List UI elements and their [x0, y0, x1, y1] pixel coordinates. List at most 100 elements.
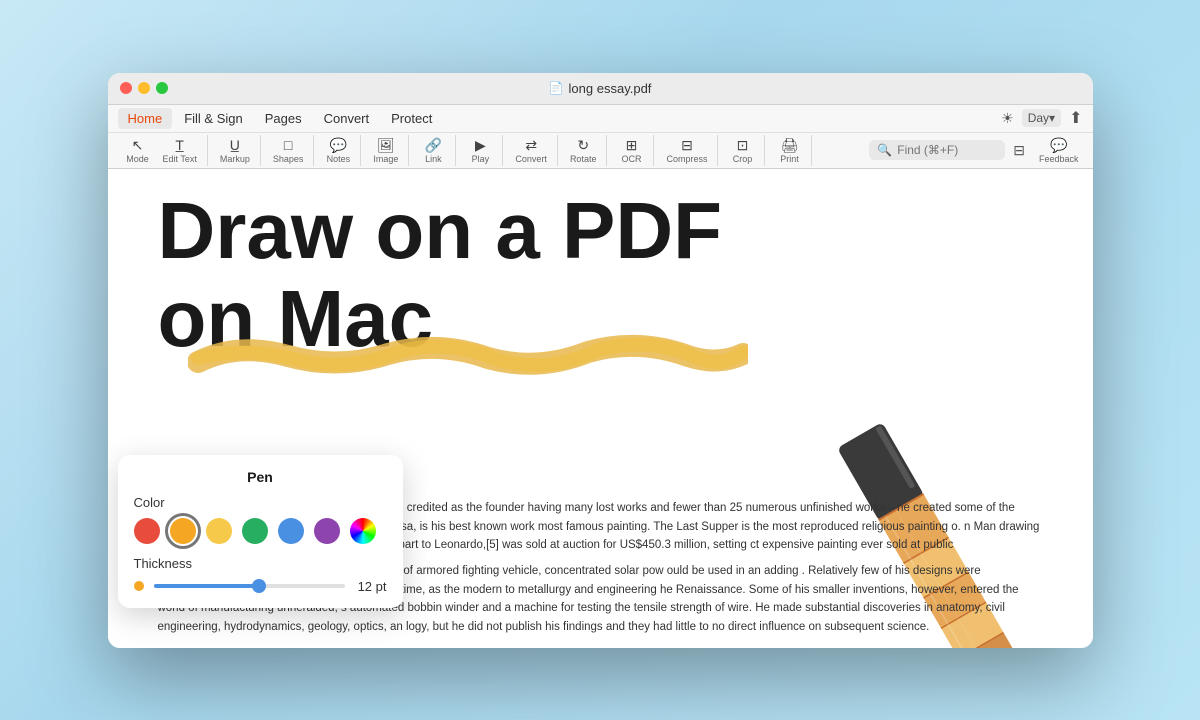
- notes-icon: 💬: [330, 137, 347, 154]
- pdf-page: Draw on a PDF on Mac: [108, 169, 1093, 647]
- mode-label: Mode: [126, 154, 149, 164]
- markup-tool[interactable]: U̲ Markup: [214, 135, 256, 167]
- menu-convert[interactable]: Convert: [314, 108, 380, 129]
- minimize-button[interactable]: [138, 82, 150, 94]
- color-green[interactable]: [242, 518, 268, 544]
- upload-icon[interactable]: ⬆: [1069, 108, 1082, 128]
- crop-group: ⊡ Crop: [720, 135, 765, 167]
- thickness-row: 12 pt: [134, 579, 387, 594]
- traffic-lights: [120, 82, 168, 94]
- mode-tool[interactable]: ↖ Mode: [120, 135, 156, 167]
- compress-icon: ⊟: [681, 137, 693, 154]
- feedback-icon: 💬: [1050, 137, 1067, 154]
- ocr-tool[interactable]: ⊞ OCR: [613, 135, 649, 167]
- cursor-icon: ↖: [132, 137, 144, 154]
- highlight-stroke: [188, 334, 748, 376]
- menu-pages[interactable]: Pages: [255, 108, 312, 129]
- day-button[interactable]: Day▾: [1022, 109, 1061, 127]
- color-red[interactable]: [134, 518, 160, 544]
- color-dots: [134, 518, 387, 544]
- shapes-icon: □: [284, 137, 292, 154]
- slider-fill: [154, 584, 259, 588]
- compress-group: ⊟ Compress: [656, 135, 718, 167]
- print-tool[interactable]: 🖨 Print: [771, 135, 807, 167]
- file-icon: 📄: [549, 81, 564, 95]
- search-input[interactable]: [897, 143, 997, 157]
- notes-label: Notes: [327, 154, 351, 164]
- edit-text-tool[interactable]: T̲ Edit Text: [157, 135, 203, 167]
- image-tool[interactable]: 🖼 Image: [367, 135, 404, 167]
- rotate-group: ↻ Rotate: [560, 135, 608, 167]
- shapes-tool[interactable]: □ Shapes: [267, 135, 310, 167]
- image-label: Image: [373, 154, 398, 164]
- menu-home[interactable]: Home: [118, 108, 173, 129]
- pen-panel-title: Pen: [134, 469, 387, 485]
- shapes-label: Shapes: [273, 154, 304, 164]
- rotate-icon: ↻: [577, 137, 589, 154]
- link-icon: 🔗: [425, 137, 442, 154]
- close-button[interactable]: [120, 82, 132, 94]
- search-box[interactable]: 🔍: [869, 140, 1005, 160]
- filter-icon[interactable]: ⊟: [1007, 140, 1031, 161]
- toolbar-area: Home Fill & Sign Pages Convert Protect ☀…: [108, 105, 1093, 170]
- convert-label: Convert: [515, 154, 547, 164]
- print-label: Print: [780, 154, 799, 164]
- color-purple[interactable]: [314, 518, 340, 544]
- convert-icon: ⇄: [525, 137, 537, 154]
- color-yellow[interactable]: [206, 518, 232, 544]
- maximize-button[interactable]: [156, 82, 168, 94]
- link-label: Link: [425, 154, 442, 164]
- search-icon: 🔍: [877, 143, 892, 157]
- link-tool[interactable]: 🔗 Link: [415, 135, 451, 167]
- print-group: 🖨 Print: [767, 135, 812, 167]
- convert-tool[interactable]: ⇄ Convert: [509, 135, 553, 167]
- mac-window: 📄 long essay.pdf Home Fill & Sign Pages …: [108, 73, 1093, 648]
- rotate-tool[interactable]: ↻ Rotate: [564, 135, 603, 167]
- crop-icon: ⊡: [737, 137, 749, 154]
- mode-group: ↖ Mode T̲ Edit Text: [116, 135, 208, 167]
- shapes-group: □ Shapes: [263, 135, 315, 167]
- sun-icon[interactable]: ☀: [1001, 110, 1014, 127]
- ocr-group: ⊞ OCR: [609, 135, 654, 167]
- window-title: long essay.pdf: [569, 81, 652, 96]
- thickness-slider-track[interactable]: [154, 584, 345, 588]
- headline-line1: Draw on a PDF: [158, 187, 723, 275]
- menu-bar-right: ☀ Day▾ ⬆: [1001, 108, 1082, 128]
- markup-group: U̲ Markup: [210, 135, 261, 167]
- tool-bar: ↖ Mode T̲ Edit Text U̲ Markup □ Shapes: [108, 133, 1093, 169]
- compress-label: Compress: [666, 154, 707, 164]
- play-tool[interactable]: ▶ Play: [462, 135, 498, 167]
- play-icon: ▶: [475, 137, 486, 154]
- compress-tool[interactable]: ⊟ Compress: [660, 135, 713, 167]
- notes-tool[interactable]: 💬 Notes: [320, 135, 356, 167]
- thickness-label: Thickness: [134, 556, 387, 571]
- play-group: ▶ Play: [458, 135, 503, 167]
- crop-label: Crop: [733, 154, 753, 164]
- thickness-dot-indicator: [134, 581, 144, 591]
- markup-label: Markup: [220, 154, 250, 164]
- feedback-button[interactable]: 💬 Feedback: [1033, 135, 1085, 166]
- color-label: Color: [134, 495, 387, 510]
- play-label: Play: [472, 154, 490, 164]
- slider-thumb[interactable]: [252, 579, 266, 593]
- convert-group: ⇄ Convert: [505, 135, 558, 167]
- ocr-label: OCR: [621, 154, 641, 164]
- underline-icon: U̲: [230, 137, 240, 154]
- image-icon: 🖼: [377, 137, 395, 154]
- ocr-icon: ⊞: [626, 137, 638, 154]
- color-orange[interactable]: [170, 518, 196, 544]
- menu-fill-sign[interactable]: Fill & Sign: [174, 108, 253, 129]
- color-wheel[interactable]: [350, 518, 376, 544]
- main-content: Draw on a PDF on Mac: [108, 169, 1093, 647]
- link-group: 🔗 Link: [411, 135, 456, 167]
- edit-text-label: Edit Text: [163, 154, 197, 164]
- pen-panel: Pen Color Thickness: [118, 455, 403, 608]
- menu-bar: Home Fill & Sign Pages Convert Protect ☀…: [108, 105, 1093, 133]
- color-blue[interactable]: [278, 518, 304, 544]
- rotate-label: Rotate: [570, 154, 597, 164]
- notes-group: 💬 Notes: [316, 135, 361, 167]
- crop-tool[interactable]: ⊡ Crop: [724, 135, 760, 167]
- text-edit-icon: T̲: [175, 137, 184, 154]
- menu-protect[interactable]: Protect: [381, 108, 442, 129]
- window-title-area: 📄 long essay.pdf: [549, 81, 652, 96]
